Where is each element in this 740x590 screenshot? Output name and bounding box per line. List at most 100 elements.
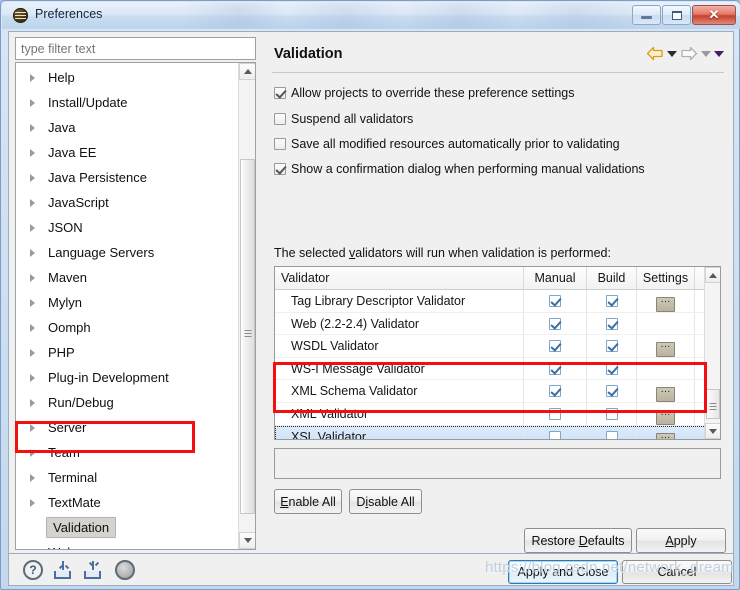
ellipsis-icon[interactable]: ··· [656,433,675,439]
cell-build-checkbox[interactable] [586,357,637,380]
sidebar-item-maven[interactable]: Maven [16,265,238,290]
column-header-build[interactable]: Build [586,267,637,290]
checkbox-icon[interactable] [605,408,618,420]
enable-all-button[interactable]: Enable All [274,489,342,514]
column-header-manual[interactable]: Manual [523,267,587,290]
cell-build-checkbox[interactable] [586,312,637,335]
checkbox-icon[interactable] [549,431,561,439]
cell-build-checkbox[interactable] [586,379,637,403]
checkbox-icon[interactable] [549,385,561,397]
table-row[interactable]: XML Validator ··· [275,402,720,426]
validators-table[interactable]: Validator Manual Build Settings Tag Libr… [274,266,721,440]
sidebar-item-textmate[interactable]: TextMate [16,490,238,515]
sidebar-item-team[interactable]: Team [16,440,238,465]
sidebar-item-java[interactable]: Java [16,115,238,140]
checkbox-icon[interactable] [549,340,561,352]
checkbox-icon[interactable] [605,340,618,352]
cell-settings-button[interactable]: ··· [636,425,695,439]
checkbox-icon[interactable] [605,317,618,330]
expand-arrow-icon[interactable] [30,399,35,407]
column-header-settings[interactable]: Settings [636,267,695,290]
expand-arrow-icon[interactable] [30,274,35,282]
checkbox-icon[interactable] [605,362,618,375]
sidebar-item-server[interactable]: Server [16,415,238,440]
sidebar-item-oomph[interactable]: Oomph [16,315,238,340]
title-bar[interactable]: Preferences ✕ [2,2,740,29]
cell-manual-checkbox[interactable] [523,334,587,358]
view-menu-chevron-down-icon[interactable] [714,50,724,57]
table-row[interactable]: Tag Library Descriptor Validator ··· [275,289,720,313]
option-checkbox-row-1[interactable]: Allow projects to override these prefere… [274,86,574,100]
expand-arrow-icon[interactable] [30,124,35,132]
filter-input[interactable] [15,37,256,60]
sidebar-item-terminal[interactable]: Terminal [16,465,238,490]
sidebar-item-java-persistence[interactable]: Java Persistence [16,165,238,190]
ellipsis-icon[interactable]: ··· [656,342,675,357]
table-scrollbar-thumb[interactable] [706,389,720,419]
tree-scroll-up-button[interactable] [239,63,255,80]
sidebar-item-web[interactable]: Web [16,540,238,550]
sidebar-item-mylyn[interactable]: Mylyn [16,290,238,315]
sidebar-item-php[interactable]: PHP [16,340,238,365]
table-scroll-up-button[interactable] [705,267,720,283]
back-arrow-icon[interactable] [646,46,664,61]
sidebar-item-language-servers[interactable]: Language Servers [16,240,238,265]
expand-arrow-icon[interactable] [30,99,35,107]
help-icon[interactable]: ? [23,560,43,580]
checkbox-icon[interactable] [549,408,561,420]
sidebar-item-help[interactable]: Help [16,65,238,90]
table-row[interactable]: WS-I Message Validator [275,357,720,380]
expand-arrow-icon[interactable] [30,74,35,82]
restore-defaults-button[interactable]: Restore Defaults [524,528,632,553]
cell-manual-checkbox[interactable] [523,402,587,426]
cell-manual-checkbox[interactable] [523,289,587,313]
table-scroll-down-button[interactable] [705,423,720,439]
expand-arrow-icon[interactable] [30,224,35,232]
cell-build-checkbox[interactable] [586,402,637,426]
back-history-chevron-down-icon[interactable] [667,50,677,57]
option-checkbox-row-4[interactable]: Show a confirmation dialog when performi… [274,162,645,176]
tree-scrollbar[interactable] [238,63,255,549]
table-row[interactable]: XSL Validator ··· [275,425,720,439]
expand-arrow-icon[interactable] [30,499,35,507]
import-icon[interactable] [53,560,73,580]
column-header-validator[interactable]: Validator [275,267,524,290]
sidebar-item-run-debug[interactable]: Run/Debug [16,390,238,415]
sidebar-item-json[interactable]: JSON [16,215,238,240]
expand-arrow-icon[interactable] [30,374,35,382]
close-button[interactable]: ✕ [692,5,736,25]
checkbox-icon[interactable] [274,113,286,125]
checkbox-icon[interactable] [549,295,561,307]
table-row[interactable]: Web (2.2-2.4) Validator [275,312,720,335]
tree-scrollbar-thumb[interactable] [240,159,255,514]
sidebar-item-javascript[interactable]: JavaScript [16,190,238,215]
table-row[interactable]: WSDL Validator ··· [275,334,720,358]
checkbox-icon[interactable] [549,317,561,330]
cell-settings-button[interactable]: ··· [636,334,695,358]
expand-arrow-icon[interactable] [30,449,35,457]
cell-manual-checkbox[interactable] [523,312,587,335]
checkbox-icon[interactable] [605,431,618,439]
expand-arrow-icon[interactable] [30,149,35,157]
expand-arrow-icon[interactable] [30,349,35,357]
cell-build-checkbox[interactable] [586,334,637,358]
expand-arrow-icon[interactable] [30,324,35,332]
expand-arrow-icon[interactable] [30,199,35,207]
option-checkbox-row-3[interactable]: Save all modified resources automaticall… [274,137,620,151]
maximize-button[interactable] [662,5,691,25]
cell-manual-checkbox[interactable] [523,379,587,403]
apply-button[interactable]: Apply [636,528,726,553]
checkbox-icon[interactable] [274,87,286,99]
sidebar-item-java-ee[interactable]: Java EE [16,140,238,165]
cell-build-checkbox[interactable] [586,425,637,439]
expand-arrow-icon[interactable] [30,174,35,182]
option-checkbox-row-2[interactable]: Suspend all validators [274,112,413,126]
export-icon[interactable] [83,560,103,580]
checkbox-icon[interactable] [274,138,286,150]
table-row[interactable]: XML Schema Validator ··· [275,379,720,403]
minimize-button[interactable] [632,5,661,25]
ellipsis-icon[interactable]: ··· [656,387,675,402]
expand-arrow-icon[interactable] [30,549,35,550]
sidebar-item-plug-in-development[interactable]: Plug-in Development [16,365,238,390]
table-scrollbar[interactable] [704,267,720,439]
